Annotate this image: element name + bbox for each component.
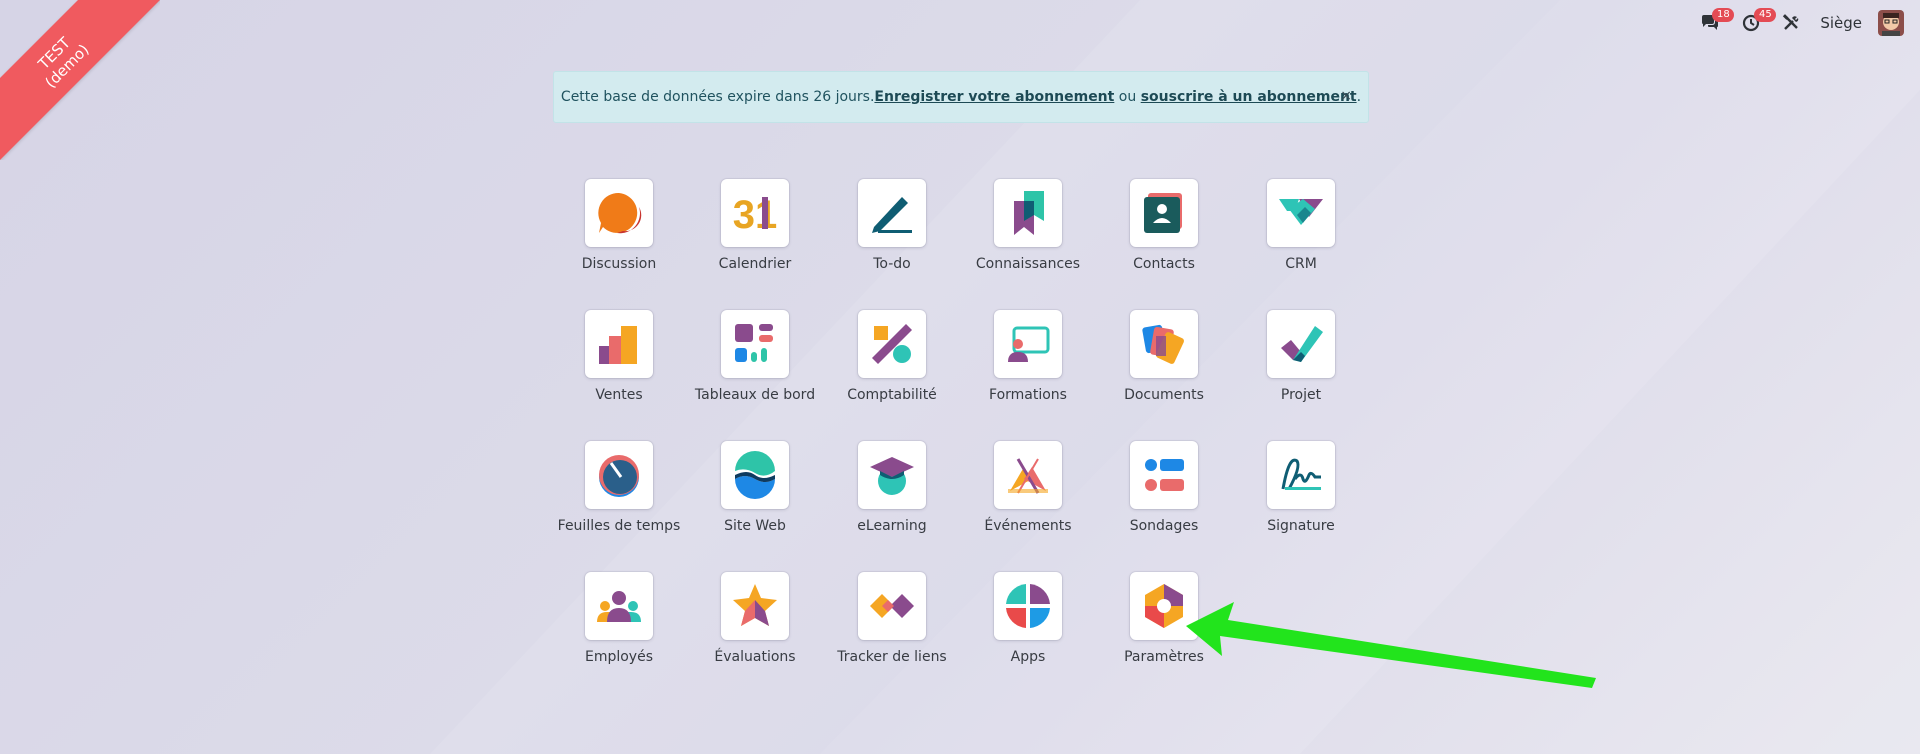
calendar-icon: 31 [733, 193, 778, 237]
alert-end-text: . [1356, 89, 1362, 105]
apps-icon [1006, 584, 1050, 628]
app-dashboards[interactable]: Tableaux de bord [685, 310, 825, 403]
expiration-alert: Cette base de données expire dans 26 jou… [553, 71, 1369, 123]
app-label: Employés [584, 649, 654, 665]
messages-badge: 18 [1712, 8, 1735, 22]
app-label: Évaluations [714, 649, 796, 665]
timesheets-icon [599, 455, 639, 497]
app-label: To-do [873, 256, 911, 272]
link-tracker-icon [870, 594, 914, 618]
app-label: Tableaux de bord [694, 387, 816, 403]
debug-tools-button[interactable] [1782, 10, 1800, 36]
alert-middle-text: ou [1114, 89, 1141, 105]
app-employees[interactable]: Employés [549, 572, 689, 665]
app-label: eLearning [857, 518, 927, 534]
app-apps[interactable]: Apps [958, 572, 1098, 665]
project-icon [1281, 326, 1323, 362]
app-label: Sondages [1129, 518, 1199, 534]
app-label: Contacts [1133, 256, 1195, 272]
app-label: Projet [1280, 387, 1322, 403]
app-label: Formations [989, 387, 1067, 403]
app-label: Documents [1124, 387, 1204, 403]
svg-text:31: 31 [733, 193, 778, 237]
app-timesheets[interactable]: Feuilles de temps [549, 441, 689, 534]
app-trainings[interactable]: Formations [958, 310, 1098, 403]
app-project[interactable]: Projet [1231, 310, 1371, 403]
surveys-icon [1145, 459, 1184, 491]
app-label: Apps [1010, 649, 1046, 665]
messages-button[interactable]: 18 [1700, 8, 1735, 36]
app-surveys[interactable]: Sondages [1094, 441, 1234, 534]
subscribe-link[interactable]: souscrire à un abonnement [1141, 89, 1357, 105]
app-crm[interactable]: CRM [1231, 179, 1371, 272]
app-label: Tracker de liens [837, 649, 947, 665]
app-website[interactable]: Site Web [685, 441, 825, 534]
events-icon [1008, 458, 1048, 494]
elearning-icon [870, 457, 914, 495]
app-contacts[interactable]: Contacts [1094, 179, 1234, 272]
app-label: Ventes [595, 387, 643, 403]
signature-icon [1281, 458, 1321, 490]
app-label: Connaissances [975, 256, 1081, 272]
activities-button[interactable]: 45 [1742, 8, 1777, 36]
app-settings[interactable]: Paramètres [1094, 572, 1234, 665]
trainings-icon [1008, 326, 1050, 362]
knowledge-icon [1014, 191, 1044, 235]
app-signature[interactable]: Signature [1231, 441, 1371, 534]
demo-ribbon: TEST (demo) [0, 0, 160, 160]
app-label: Signature [1267, 518, 1335, 534]
app-label: Paramètres [1124, 649, 1204, 665]
sales-icon [599, 326, 637, 364]
company-switcher[interactable]: Siège [1820, 14, 1862, 32]
register-subscription-link[interactable]: Enregistrer votre abonnement [874, 89, 1114, 105]
appraisals-icon [733, 584, 777, 626]
dashboards-icon [735, 324, 773, 362]
app-knowledge[interactable]: Connaissances [958, 179, 1098, 272]
app-elearning[interactable]: eLearning [822, 441, 962, 534]
discussion-icon [598, 192, 642, 234]
app-label: CRM [1285, 256, 1317, 272]
accounting-icon [872, 324, 912, 364]
top-navbar: 18 45 Siège [1678, 8, 1904, 36]
alert-text: Cette base de données expire dans 26 jou… [560, 89, 875, 105]
app-documents[interactable]: Documents [1094, 310, 1234, 403]
app-label: Feuilles de temps [557, 518, 681, 534]
app-events[interactable]: Événements [958, 441, 1098, 534]
todo-icon [872, 197, 912, 233]
user-avatar[interactable] [1878, 10, 1904, 36]
app-sales[interactable]: Ventes [549, 310, 689, 403]
app-appraisals[interactable]: Évaluations [685, 572, 825, 665]
tools-icon [1783, 14, 1799, 30]
app-calendar[interactable]: 31 Calendrier [685, 179, 825, 272]
avatar-icon [1878, 10, 1904, 36]
settings-icon [1145, 584, 1183, 628]
app-label: Événements [984, 518, 1072, 534]
app-label: Site Web [724, 518, 786, 534]
app-discussion[interactable]: Discussion [549, 179, 689, 272]
demo-ribbon-text: TEST (demo) [0, 0, 160, 160]
app-accounting[interactable]: Comptabilité [822, 310, 962, 403]
close-alert-button[interactable]: × [1340, 88, 1352, 104]
crm-icon [1279, 199, 1323, 225]
activities-badge: 45 [1754, 8, 1777, 22]
app-label: Comptabilité [847, 387, 937, 403]
app-label: Calendrier [718, 256, 792, 272]
app-link-tracker[interactable]: Tracker de liens [822, 572, 962, 665]
documents-icon [1142, 324, 1184, 364]
app-label: Discussion [581, 256, 657, 272]
app-todo[interactable]: To-do [822, 179, 962, 272]
employees-icon [597, 591, 641, 622]
contacts-icon [1144, 193, 1182, 233]
website-icon [735, 451, 775, 499]
